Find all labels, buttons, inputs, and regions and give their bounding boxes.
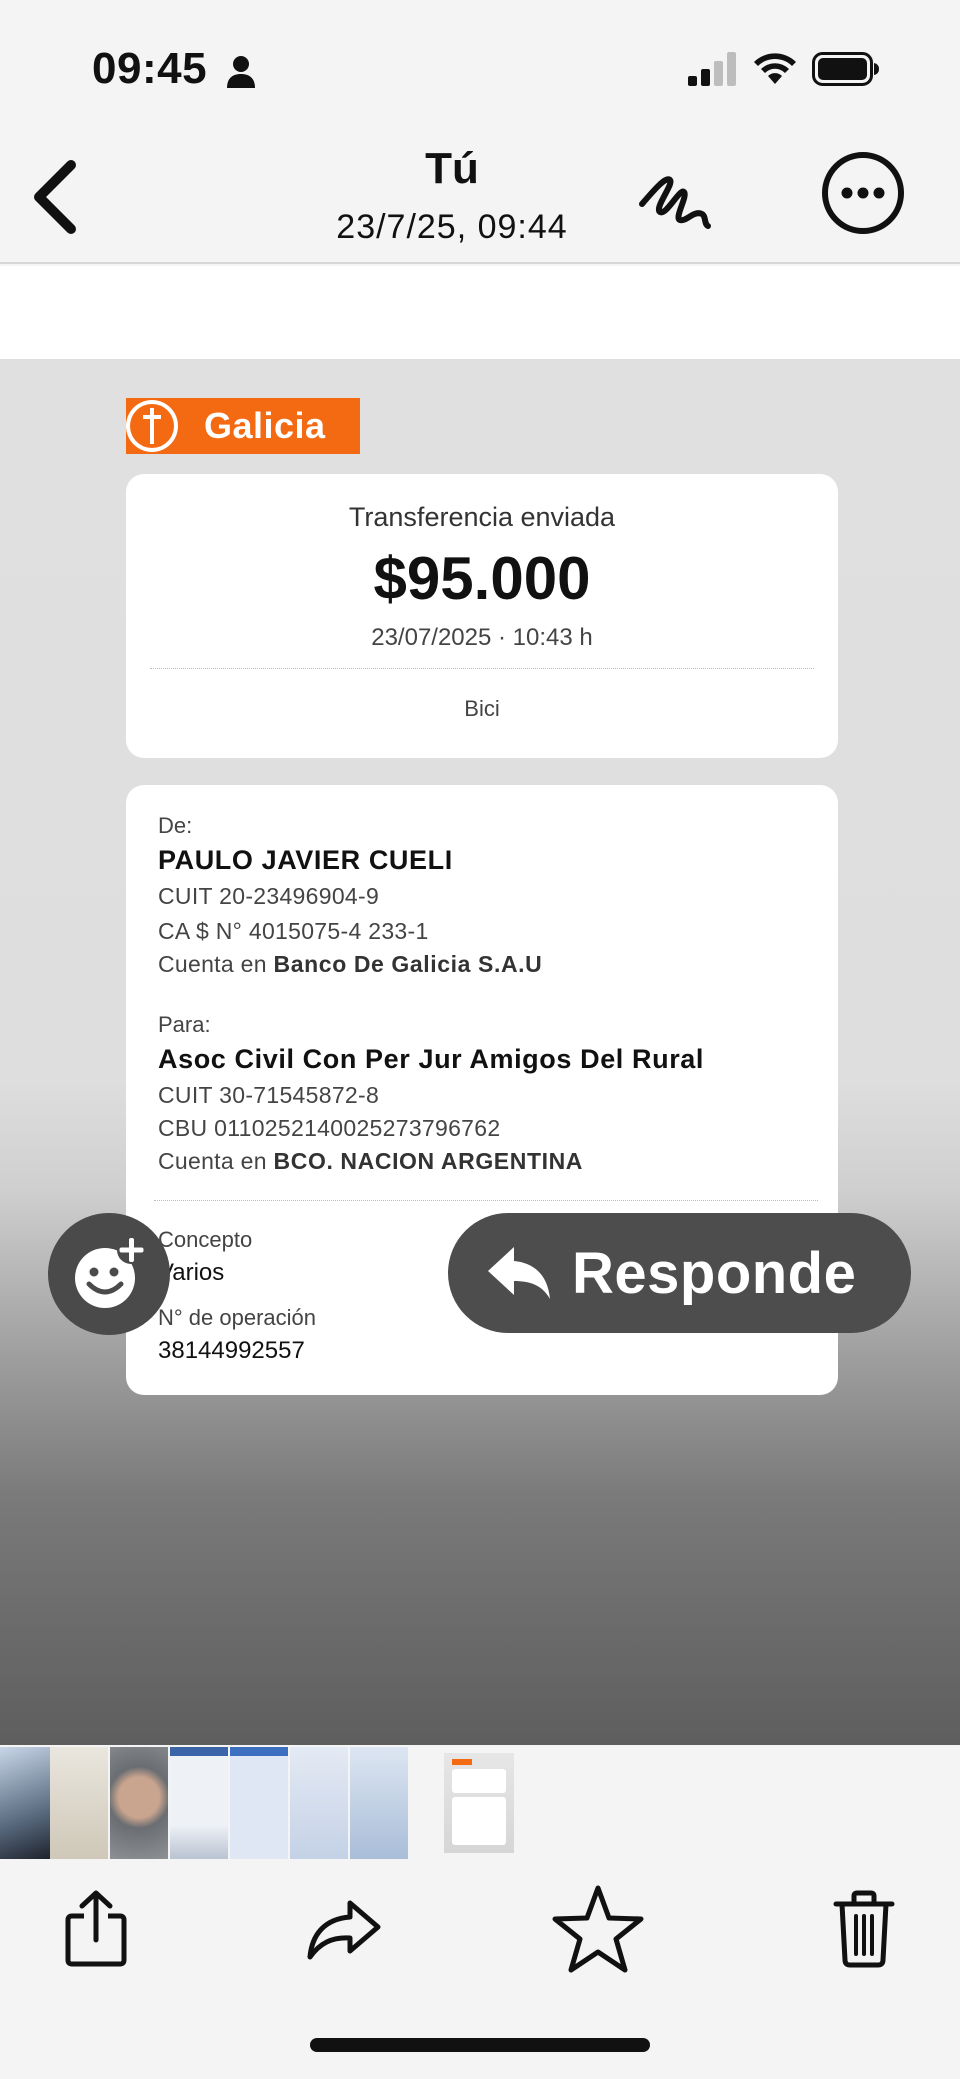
thumbnail[interactable]: [170, 1747, 228, 1859]
galicia-logo-mark: [126, 400, 178, 452]
thumbnail-strip: [0, 1745, 960, 1863]
to-name: Asoc Civil Con Per Jur Amigos Del Rural: [158, 1044, 705, 1074]
trash-icon: [833, 1890, 895, 1968]
delete-button[interactable]: [814, 1879, 914, 1979]
wifi-icon: [754, 53, 796, 84]
from-bank: Banco De Galicia S.A.U: [273, 951, 543, 977]
transfer-amount: $95.000: [373, 545, 591, 612]
add-reaction-button[interactable]: [48, 1213, 170, 1335]
markup-icon[interactable]: [636, 160, 716, 240]
thumbnail-selected[interactable]: [438, 1747, 520, 1859]
thumbnail[interactable]: [290, 1747, 348, 1859]
from-name: PAULO JAVIER CUELI: [158, 845, 453, 875]
nav-header: Tú 23/7/25, 09:44: [0, 130, 960, 264]
to-cbu: CBU 0110252140025273796762: [158, 1115, 501, 1141]
photo-viewer[interactable]: Galicia Transferencia enviada $95.000 23…: [0, 360, 960, 1745]
to-cuit: CUIT 30-71545872-8: [158, 1082, 380, 1108]
brand-name: Galicia: [204, 405, 326, 446]
thumbnail[interactable]: [350, 1747, 408, 1859]
divider: [150, 668, 814, 669]
transfer-summary-card: Transferencia enviada $95.000 23/07/2025…: [126, 474, 838, 758]
transfer-type: Transferencia enviada: [348, 502, 616, 532]
transfer-note: Bici: [464, 696, 500, 721]
from-cuit: CUIT 20-23496904-9: [158, 883, 380, 909]
share-icon: [65, 1890, 127, 1967]
forward-button[interactable]: [294, 1879, 394, 1979]
forward-arrow-icon: [307, 1900, 381, 1960]
concept-label: Concepto: [158, 1227, 253, 1252]
bottom-toolbar: [0, 1863, 960, 2079]
operation-label: N° de operación: [158, 1305, 317, 1330]
reply-label: Responde: [572, 1240, 857, 1306]
nav-subtitle: 23/7/25, 09:44: [336, 208, 568, 246]
add-emoji-icon: [75, 1236, 145, 1308]
to-bank: BCO. NACION ARGENTINA: [273, 1148, 584, 1174]
thumbnail[interactable]: [230, 1747, 288, 1859]
favorite-button[interactable]: [548, 1879, 648, 1979]
thumbnail[interactable]: [110, 1747, 168, 1859]
divider: [154, 1200, 818, 1201]
star-icon: [552, 1885, 644, 1973]
person-icon: [227, 56, 255, 88]
cellular-signal-icon: [688, 52, 736, 86]
more-options-icon[interactable]: [820, 150, 906, 236]
home-indicator[interactable]: [310, 2038, 650, 2052]
status-time: 09:45: [92, 44, 208, 93]
from-label: De:: [158, 813, 193, 838]
galicia-logo: Galicia: [126, 398, 360, 454]
thumbnail[interactable]: [50, 1747, 108, 1859]
to-bank-line: Cuenta en BCO. NACION ARGENTINA: [158, 1148, 583, 1175]
share-button[interactable]: [46, 1879, 146, 1979]
from-bank-line: Cuenta en Banco De Galicia S.A.U: [158, 951, 542, 978]
status-bar: 09:45: [0, 0, 960, 130]
from-bank-prefix: Cuenta en: [158, 951, 267, 977]
battery-icon: [812, 52, 879, 86]
to-bank-prefix: Cuenta en: [158, 1148, 267, 1174]
reply-arrow-icon: [488, 1247, 550, 1299]
header-spacer: [0, 266, 960, 360]
transfer-datetime: 23/07/2025 · 10:43 h: [371, 624, 593, 651]
to-label: Para:: [158, 1012, 211, 1037]
reply-button[interactable]: Responde: [448, 1213, 911, 1333]
from-account: CA $ N° 4015075-4 233-1: [158, 918, 429, 944]
operation-value: 38144992557: [158, 1337, 305, 1364]
nav-title: Tú: [425, 144, 479, 193]
